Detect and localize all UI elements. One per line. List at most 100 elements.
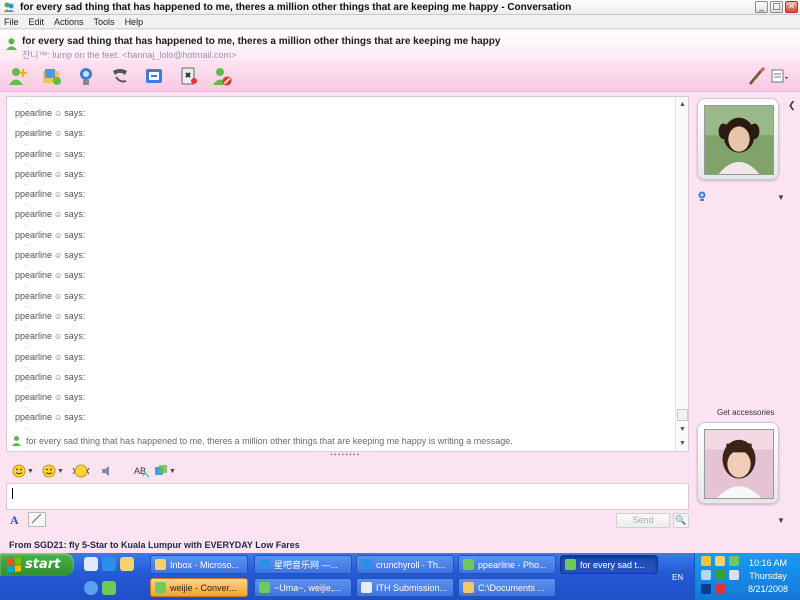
language-indicator[interactable]: EN <box>672 573 683 582</box>
taskbar-button[interactable]: ppearline - Pho... <box>458 555 556 574</box>
get-accessories-label[interactable]: Get accessories <box>717 408 774 417</box>
voice-call-icon[interactable] <box>108 64 132 88</box>
taskbar-button[interactable]: 星吧音乐网 —... <box>254 555 352 574</box>
taskbar-button[interactable]: for every sad t... <box>560 555 658 574</box>
message-row: . ppearline ☺ says: <box>11 321 671 342</box>
message-input[interactable] <box>6 483 689 510</box>
scroll-up-arrow-icon[interactable]: ▲ <box>678 100 687 109</box>
contact-display-picture-frame[interactable] <box>697 98 779 180</box>
says-label: says: <box>64 108 86 118</box>
contact-display-picture <box>704 105 774 175</box>
msn-tray-icon[interactable] <box>729 556 739 566</box>
spell-check-button[interactable]: AB <box>134 463 150 479</box>
conversation-scrollbar[interactable]: ▲ ▼ ▼ <box>675 97 688 451</box>
nudge-button[interactable] <box>72 463 90 479</box>
message-body: . <box>25 340 28 350</box>
browser-icon <box>361 559 372 570</box>
scroll-end-arrow-icon[interactable]: ▼ <box>678 439 687 448</box>
invite-contact-icon[interactable] <box>6 64 30 88</box>
message-body: . <box>25 117 28 127</box>
background-button[interactable]: ▼ <box>154 463 176 479</box>
display-options-icon[interactable] <box>768 64 792 88</box>
menu-actions[interactable]: Actions <box>54 17 84 27</box>
volume-tray-icon[interactable] <box>729 570 739 580</box>
menu-tools[interactable]: Tools <box>94 17 115 27</box>
wink-button[interactable]: ▼ <box>42 463 64 479</box>
advertisement-banner[interactable]: From SGD21: fly 5-Star to Kuala Lumpur w… <box>0 537 800 553</box>
sender-emoticon-icon: ☺ <box>54 169 63 179</box>
message-row: . ppearline ☺ says: <box>11 260 671 281</box>
window-title: for every sad thing that has happened to… <box>20 1 572 13</box>
sender-name: ppearline <box>15 412 53 423</box>
taskbar-button[interactable]: Inbox - Microso... <box>150 555 248 574</box>
send-files-icon[interactable] <box>40 64 64 88</box>
taskbar-button[interactable]: crunchyroll - Th... <box>356 555 454 574</box>
maximize-button[interactable]: □ <box>770 1 783 13</box>
quicklaunch-msn-icon[interactable] <box>102 581 116 595</box>
message-body: . <box>25 381 28 391</box>
minimize-button[interactable]: _ <box>755 1 768 13</box>
says-label: says: <box>64 351 86 362</box>
quicklaunch-ie-icon[interactable] <box>102 557 116 571</box>
collapse-panel-icon[interactable]: ❮ <box>788 100 796 111</box>
close-button[interactable]: ✕ <box>785 1 798 13</box>
sender-name: ppearline <box>15 229 53 240</box>
video-call-icon[interactable] <box>74 64 98 88</box>
send-button[interactable]: Send <box>616 513 670 528</box>
my-display-picture-frame[interactable] <box>697 422 779 504</box>
webcam-icon[interactable] <box>697 191 707 201</box>
menu-help[interactable]: Help <box>125 17 144 27</box>
pane-splitter[interactable]: •••••••• <box>330 451 360 459</box>
message-row: . ppearline ☺ says: <box>11 402 671 423</box>
menu-edit[interactable]: Edit <box>29 17 45 27</box>
network-tray-icon[interactable] <box>701 570 711 580</box>
antivirus-tray-icon[interactable] <box>701 584 711 594</box>
menu-file[interactable]: File <box>4 17 19 27</box>
sender-name: ppearline <box>15 392 53 403</box>
voice-clip-button[interactable] <box>100 463 114 479</box>
sender-name: ppearline <box>15 331 53 342</box>
taskbar-button-label: crunchyroll - Th... <box>376 559 446 570</box>
quicklaunch-outlook-icon[interactable] <box>84 557 98 571</box>
handwriting-button[interactable] <box>28 512 46 527</box>
browser-icon <box>259 559 270 570</box>
quicklaunch-mail-icon[interactable] <box>120 557 134 571</box>
games-icon[interactable] <box>177 64 201 88</box>
taskbar-button-label: ITH Submission... <box>376 582 448 593</box>
quicklaunch-media-icon[interactable] <box>84 581 98 595</box>
start-button[interactable]: start <box>0 553 74 576</box>
alert-tray-icon[interactable] <box>715 584 725 594</box>
chevron-down-icon: ▼ <box>169 467 176 475</box>
voice-clip-icon <box>102 466 109 476</box>
message-list: . ppearline ☺ says:. ppearline ☺ says:. ppearli… <box>11 98 671 444</box>
taskbar-button[interactable]: ITH Submission... <box>356 578 454 597</box>
block-icon[interactable] <box>210 64 234 88</box>
taskbar-button[interactable]: C:\Documents ... <box>458 578 556 597</box>
scroll-thumb[interactable] <box>677 409 688 421</box>
emoticon-button[interactable]: ▼ <box>12 463 34 479</box>
scroll-down-arrow-icon[interactable]: ▼ <box>678 425 687 434</box>
taskbar-button[interactable]: ~Uma~, weijie,... <box>254 578 352 597</box>
start-label: start <box>25 557 61 572</box>
msn-status-tray-icon[interactable] <box>715 570 725 580</box>
clock[interactable]: 10:16 AM Thursday 8/21/2008 <box>742 557 794 596</box>
sender-emoticon-icon: ☺ <box>54 251 63 261</box>
smiley-icon <box>12 464 26 478</box>
window-title-bar[interactable]: for every sad thing that has happened to… <box>0 0 800 15</box>
contact-picture-menu-chevron-icon[interactable]: ▼ <box>777 193 785 202</box>
taskbar-button[interactable]: weijie - Conver... <box>150 578 248 597</box>
message-row: . ppearline ☺ says: <box>11 280 671 302</box>
font-button[interactable]: A <box>10 513 19 528</box>
conversation-history[interactable]: . ppearline ☺ says:. ppearline ☺ says:. ppearli… <box>6 96 689 452</box>
clock-date: 8/21/2008 <box>747 584 789 594</box>
says-label: says: <box>64 189 86 200</box>
says-label: says: <box>64 310 86 321</box>
security-shield-icon[interactable] <box>701 556 711 566</box>
my-picture-menu-chevron-icon[interactable]: ▼ <box>777 516 785 525</box>
message-row: . ppearline ☺ says: <box>11 361 671 383</box>
mail-tray-icon[interactable] <box>715 556 725 566</box>
search-button[interactable]: 🔍 <box>673 513 689 528</box>
message-row: . ppearline ☺ says: <box>11 117 671 139</box>
activities-icon[interactable] <box>142 64 166 88</box>
paint-icon[interactable] <box>744 64 768 88</box>
